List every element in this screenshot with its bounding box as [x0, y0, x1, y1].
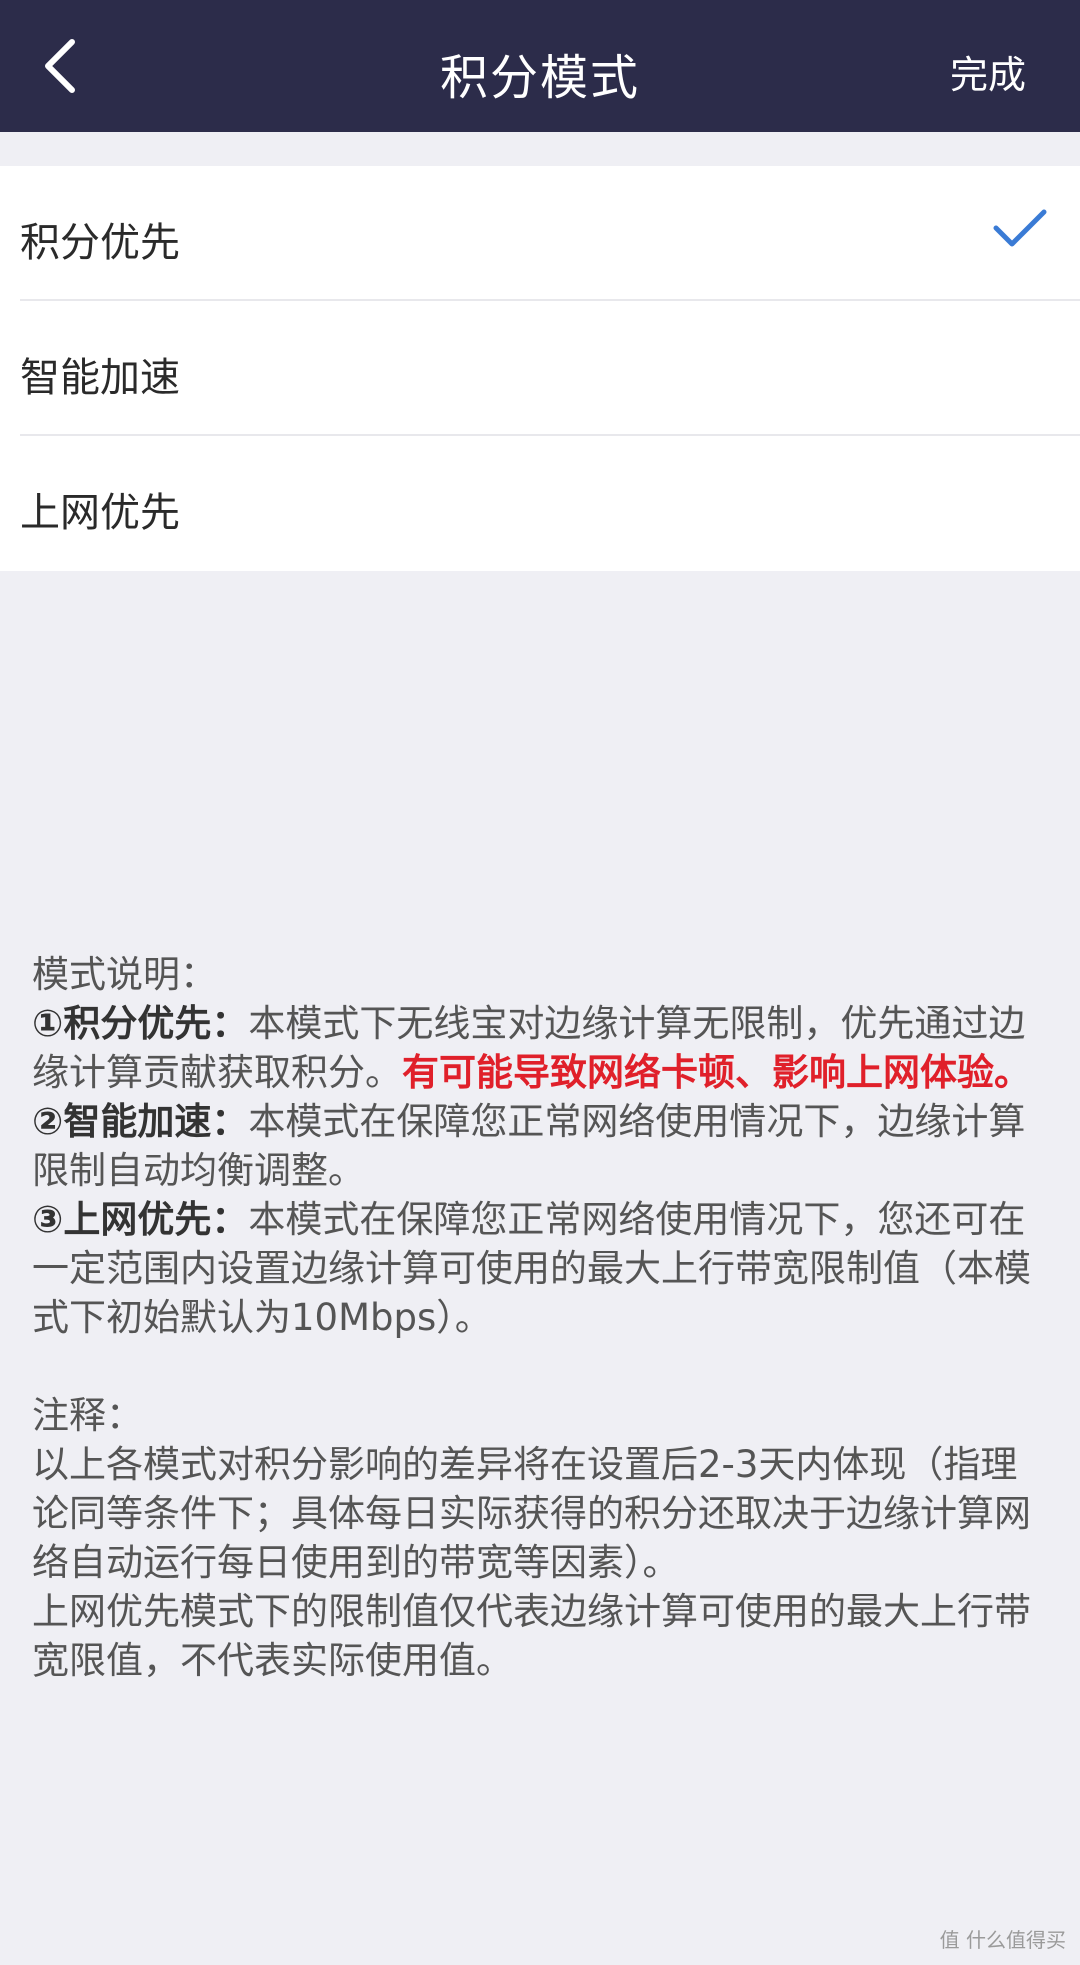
note-heading: 注释：	[32, 1394, 143, 1437]
item-3-title: ③上网优先：	[32, 1198, 249, 1241]
note-text-1: 以上各模式对积分影响的差异将在设置后2-3天内体现（指理论同等条件下；具体每日实…	[32, 1443, 1031, 1584]
item-1-title: ①积分优先：	[32, 1002, 249, 1045]
item-1-warning: 有可能导致网络卡顿、影响上网体验。	[402, 1051, 1031, 1094]
option-label: 上网优先	[20, 490, 180, 536]
option-smart-acceleration[interactable]: 智能加速	[0, 301, 1080, 436]
description-item-1: ①积分优先：本模式下无线宝对边缘计算无限制，优先通过边缘计算贡献获取积分。有可能…	[32, 999, 1042, 1097]
description-item-2: ②智能加速：本模式在保障您正常网络使用情况下，边缘计算限制自动均衡调整。	[32, 1097, 1042, 1195]
watermark: 值 什么值得买	[939, 1928, 1066, 1952]
option-label: 智能加速	[20, 355, 180, 401]
note-text-2: 上网优先模式下的限制值仅代表边缘计算可使用的最大上行带宽限值，不代表实际使用值。	[32, 1590, 1031, 1682]
option-internet-priority[interactable]: 上网优先	[0, 436, 1080, 571]
description-item-3: ③上网优先：本模式在保障您正常网络使用情况下，您还可在一定范围内设置边缘计算可使…	[32, 1195, 1042, 1342]
mode-description: 模式说明： ①积分优先：本模式下无线宝对边缘计算无限制，优先通过边缘计算贡献获取…	[32, 950, 1042, 1685]
option-label: 积分优先	[20, 220, 180, 266]
item-2-title: ②智能加速：	[32, 1100, 249, 1143]
navigation-bar: 积分模式 完成	[0, 0, 1080, 132]
check-icon	[993, 209, 1047, 247]
description-heading: 模式说明：	[32, 953, 217, 996]
page-title: 积分模式	[439, 50, 640, 106]
option-points-priority[interactable]: 积分优先	[0, 166, 1080, 301]
mode-options-list: 积分优先 智能加速 上网优先	[0, 166, 1080, 571]
done-button[interactable]: 完成	[950, 44, 1026, 99]
